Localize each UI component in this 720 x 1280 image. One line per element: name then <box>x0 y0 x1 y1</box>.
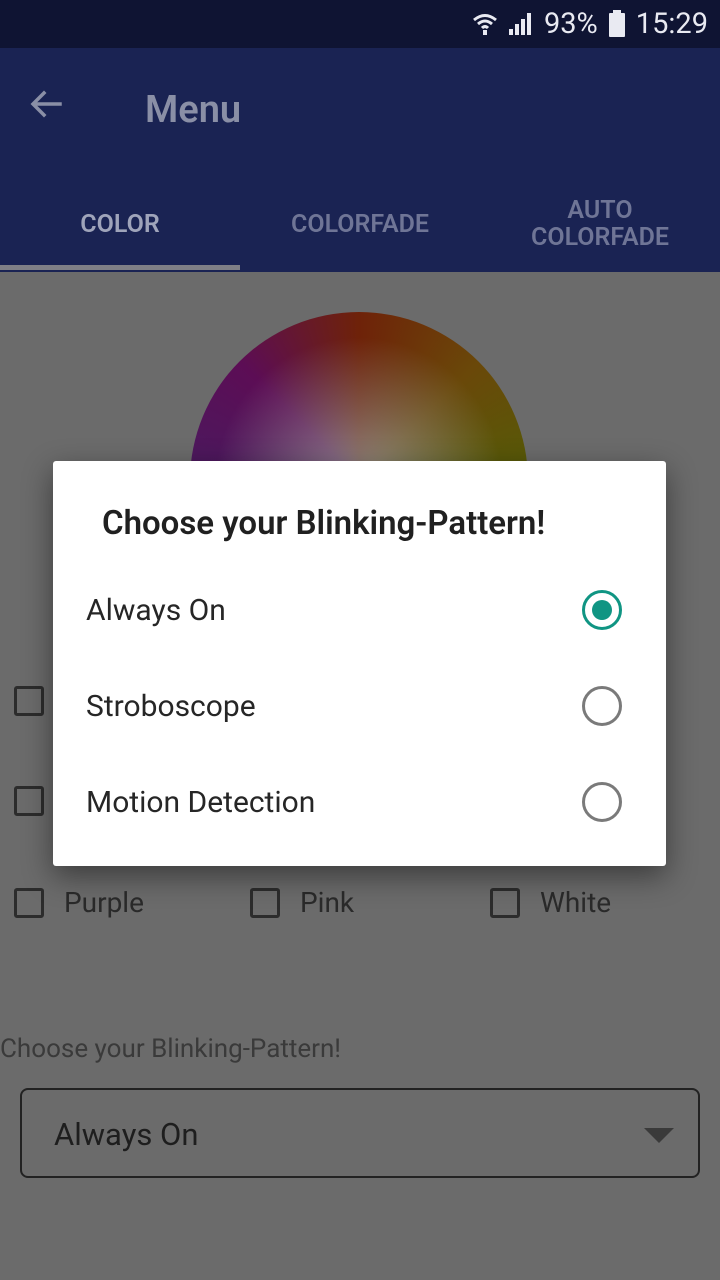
tab-bar: COLOR COLORFADE AUTO COLORFADE <box>0 176 720 272</box>
signal-icon <box>508 12 534 36</box>
tab-color[interactable]: COLOR <box>0 176 240 272</box>
radio-unchecked-icon[interactable] <box>582 782 622 822</box>
tab-colorfade[interactable]: COLORFADE <box>240 176 480 272</box>
pink-checkbox[interactable] <box>250 888 280 918</box>
tab-indicator <box>0 265 240 270</box>
tab-auto-colorfade[interactable]: AUTO COLORFADE <box>480 176 720 272</box>
app-bar: Menu COLOR COLORFADE AUTO COLORFADE <box>0 48 720 272</box>
option-always-on[interactable]: Always On <box>53 563 666 659</box>
color-checkbox[interactable] <box>14 686 44 716</box>
dialog-title: Choose your Blinking-Pattern! <box>102 504 546 543</box>
blinking-pattern-select[interactable]: Always On <box>20 1088 700 1178</box>
pink-label: Pink <box>300 886 355 919</box>
wifi-icon <box>472 12 498 36</box>
option-motion-detection[interactable]: Motion Detection <box>53 755 666 851</box>
option-label: Always On <box>86 593 226 628</box>
blinking-pattern-dialog: Choose your Blinking-Pattern! Always On … <box>53 461 666 866</box>
color-row-3: Purple Pink White <box>0 886 720 928</box>
page-title: Menu <box>145 88 242 132</box>
option-stroboscope[interactable]: Stroboscope <box>53 659 666 755</box>
clock: 15:29 <box>635 7 708 41</box>
battery-percent: 93% <box>543 7 598 41</box>
white-checkbox[interactable] <box>490 888 520 918</box>
status-bar: 93% 15:29 <box>0 0 720 48</box>
option-label: Motion Detection <box>86 785 316 820</box>
option-label: Stroboscope <box>86 689 256 724</box>
dropdown-caret-icon <box>644 1128 674 1143</box>
blinking-pattern-label: Choose your Blinking-Pattern! <box>0 1034 342 1064</box>
radio-checked-icon[interactable] <box>582 590 622 630</box>
purple-checkbox[interactable] <box>14 888 44 918</box>
purple-label: Purple <box>64 886 144 919</box>
back-button[interactable] <box>22 80 70 128</box>
battery-icon <box>608 10 626 38</box>
color-checkbox[interactable] <box>14 786 44 816</box>
radio-unchecked-icon[interactable] <box>582 686 622 726</box>
select-value: Always On <box>54 1116 199 1153</box>
white-label: White <box>540 886 612 919</box>
arrow-back-icon <box>30 90 62 118</box>
